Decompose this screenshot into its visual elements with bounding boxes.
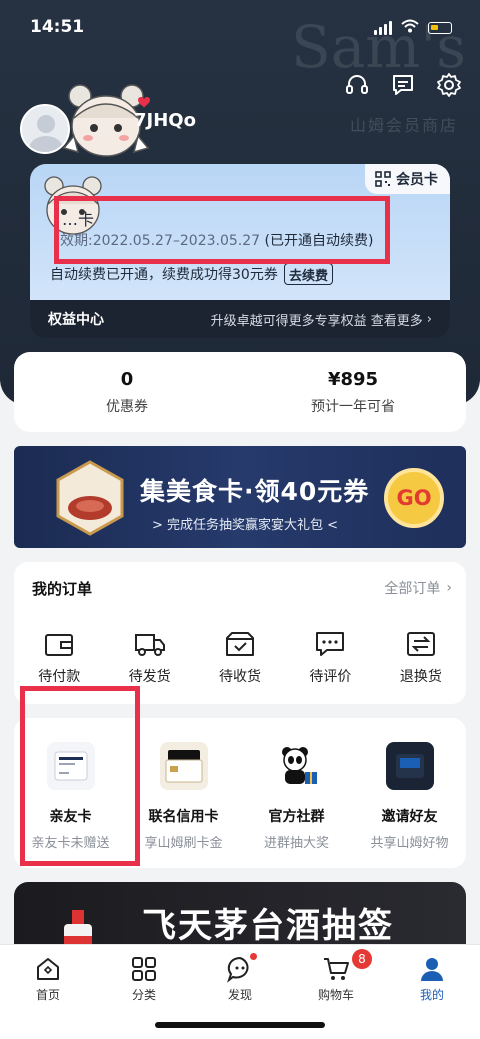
tab-home[interactable]: 首页 <box>0 949 96 1009</box>
service-invite-friends[interactable]: 邀请好友 共享山姆好物 <box>353 718 466 868</box>
savings-value: ¥895 <box>327 368 379 390</box>
battery-icon <box>428 21 452 34</box>
service-cobrand-credit-card[interactable]: 联名信用卡 享山姆刷卡金 <box>127 718 240 868</box>
discover-chat-icon <box>227 956 249 983</box>
tab-discover[interactable]: 发现 <box>192 949 288 1009</box>
status-icons <box>374 18 452 37</box>
coupon-stat[interactable]: 0 优惠券 <box>14 352 240 432</box>
promo-go-button[interactable]: GO <box>384 468 444 528</box>
status-time: 14:51 <box>30 17 85 37</box>
order-pending-payment-label: 待付款 <box>38 669 81 685</box>
wallet-icon <box>45 634 74 656</box>
orders-title: 我的订单 <box>32 580 93 598</box>
tab-category-label: 分类 <box>131 988 156 1002</box>
steak-badge-image <box>56 460 124 536</box>
promo-title: 集美食卡·领40元券 <box>140 477 370 506</box>
truck-icon <box>134 634 165 656</box>
service-official-community-desc: 进群抽大奖 <box>263 836 329 851</box>
order-returns-label: 退换货 <box>399 669 442 685</box>
home-icon <box>37 958 59 980</box>
service-official-community-name: 官方社群 <box>268 809 325 825</box>
order-pending-review[interactable]: 待评价 <box>285 630 375 686</box>
service-invite-friends-desc: 共享山姆好物 <box>370 836 449 851</box>
exchange-icon <box>406 632 435 656</box>
notification-dot <box>250 953 257 960</box>
promo-subtitle: > 完成任务抽奖赢家宴大礼包 < <box>152 518 339 533</box>
food-card-promo-banner[interactable]: 集美食卡·领40元券 > 完成任务抽奖赢家宴大礼包 < GO <box>14 446 466 548</box>
renew-button[interactable]: 去续费 <box>284 263 334 285</box>
all-orders-label: 全部订单 <box>384 581 441 597</box>
box-check-icon <box>226 632 255 656</box>
chevron-right-icon: › <box>446 580 452 596</box>
order-pending-receipt[interactable]: 待收货 <box>195 630 285 686</box>
benefits-center-label: 权益中心 <box>48 312 104 328</box>
moutai-banner-title: 飞天茅台酒抽签 <box>142 906 394 946</box>
credit-card-image <box>159 742 208 790</box>
order-pending-receipt-label: 待收货 <box>219 669 262 685</box>
wifi-icon <box>401 18 419 37</box>
service-cobrand-credit-card-name: 联名信用卡 <box>148 809 219 825</box>
service-cobrand-credit-card-desc: 享山姆刷卡金 <box>144 836 223 851</box>
home-indicator <box>155 1022 325 1028</box>
panda-community-image <box>273 742 321 790</box>
message-icon[interactable] <box>390 72 416 98</box>
coupon-count: 0 <box>120 368 134 390</box>
savings-stats: 0 优惠券 ¥895 预计一年可省 <box>14 352 466 432</box>
order-returns[interactable]: 退换货 <box>376 630 466 686</box>
tab-discover-label: 发现 <box>227 988 252 1002</box>
benefits-center-bar[interactable]: 权益中心 升级卓越可得更多专享权益 查看更多 › <box>30 300 450 338</box>
member-card-badge-label: 会员卡 <box>396 172 438 188</box>
annotation-highlight-box <box>54 196 390 264</box>
service-invite-friends-name: 邀请好友 <box>381 809 438 825</box>
signal-icon <box>374 20 392 35</box>
invite-card-image <box>385 742 434 790</box>
tab-mine[interactable]: 我的 <box>384 949 480 1009</box>
all-orders-link[interactable]: 全部订单 › <box>384 578 452 598</box>
tab-category[interactable]: 分类 <box>96 949 192 1009</box>
brand-watermark-sub: 山姆会员商店 <box>349 116 458 135</box>
cart-count-badge: 8 <box>352 949 372 969</box>
user-profile-icon <box>421 958 443 981</box>
order-status-row: 待付款 待发货 待收货 待评价 退换货 <box>14 630 466 686</box>
header-actions <box>344 72 462 98</box>
annotation-highlight-box <box>20 686 140 866</box>
tab-mine-label: 我的 <box>419 988 444 1002</box>
service-official-community[interactable]: 官方社群 进群抽大奖 <box>240 718 353 868</box>
savings-stat[interactable]: ¥895 预计一年可省 <box>240 352 466 432</box>
benefits-upgrade-link[interactable]: 升级卓越可得更多专享权益 查看更多 › <box>211 310 432 329</box>
status-bar: 14:51 <box>0 0 480 56</box>
qr-code-icon <box>375 171 391 187</box>
comment-icon <box>316 632 345 656</box>
coupon-label: 优惠券 <box>106 398 148 415</box>
tab-cart[interactable]: 8 购物车 <box>288 949 384 1009</box>
category-grid-icon <box>132 957 156 981</box>
settings-gear-icon[interactable] <box>436 72 462 98</box>
my-orders-panel: 我的订单 全部订单 › 待付款 待发货 待收货 待评价 退换货 <box>14 562 466 704</box>
chevron-right-icon: › <box>426 311 432 327</box>
order-pending-review-label: 待评价 <box>309 669 352 685</box>
order-pending-payment[interactable]: 待付款 <box>14 630 104 686</box>
member-card-badge[interactable]: 会员卡 <box>365 164 450 194</box>
savings-label: 预计一年可省 <box>311 398 395 415</box>
benefits-upgrade-text: 升级卓越可得更多专享权益 查看更多 <box>210 313 423 329</box>
tab-list: 首页 分类 发现 8 购物车 我的 <box>0 949 480 1009</box>
order-pending-shipment-label: 待发货 <box>128 669 171 685</box>
order-pending-shipment[interactable]: 待发货 <box>104 630 194 686</box>
tab-cart-label: 购物车 <box>317 988 354 1002</box>
auto-renew-text: 自动续费已开通，续费成功得30元券 <box>50 267 278 283</box>
shopping-cart-icon <box>324 958 349 980</box>
username: 7JHQo <box>134 110 196 131</box>
headset-icon[interactable] <box>344 72 370 98</box>
tab-home-label: 首页 <box>35 988 60 1002</box>
